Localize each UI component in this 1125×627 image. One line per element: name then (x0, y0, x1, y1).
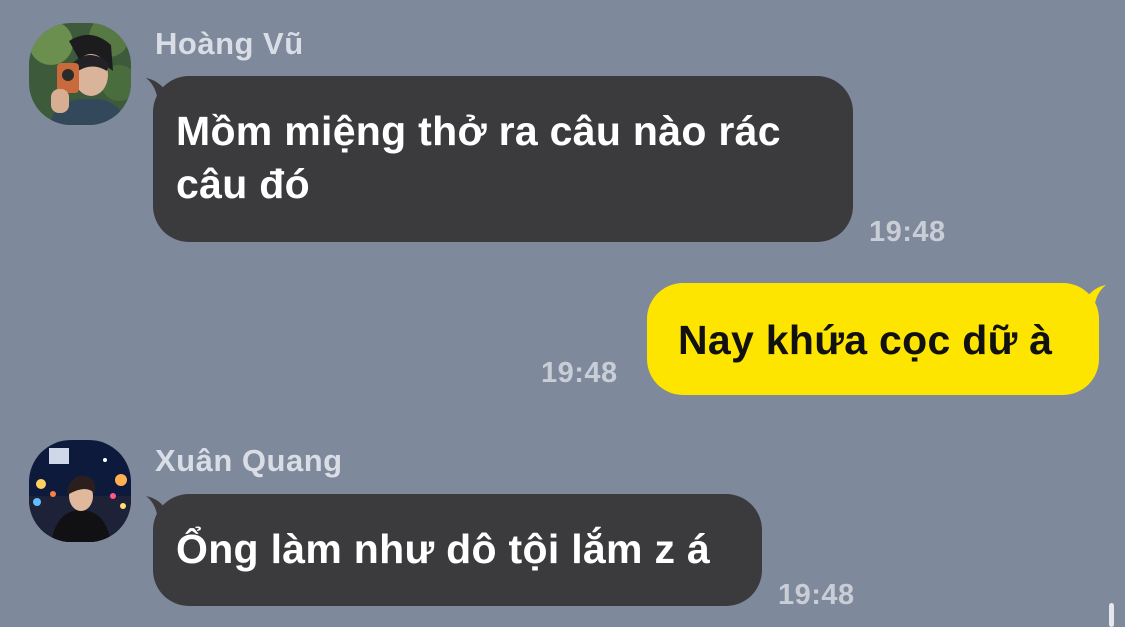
message-text: Nay khứa cọc dữ à (678, 317, 1053, 363)
message-bubble-outgoing[interactable]: Nay khứa cọc dữ à (647, 283, 1099, 395)
avatar-image (29, 23, 131, 125)
message-timestamp: 19:48 (778, 579, 855, 611)
sender-name: Hoàng Vũ (155, 26, 304, 61)
avatar-image (29, 440, 131, 542)
scrollbar-thumb[interactable] (1109, 603, 1114, 627)
message-timestamp: 19:48 (869, 216, 946, 248)
message-line: Mồm miệng thở ra câu nào rác (176, 108, 781, 154)
message-bubble-incoming[interactable]: Mồm miệng thở ra câu nào rác câu đó (153, 76, 853, 242)
sender-name: Xuân Quang (155, 443, 343, 478)
message-text: Ổng làm như dô tội lắm z á (176, 526, 711, 572)
message-timestamp: 19:48 (541, 357, 618, 389)
message-bubble-incoming[interactable]: Ổng làm như dô tội lắm z á (153, 494, 762, 606)
message-line: câu đó (176, 161, 310, 207)
avatar-hoang-vu[interactable] (29, 23, 131, 125)
avatar-xuan-quang[interactable] (29, 440, 131, 542)
